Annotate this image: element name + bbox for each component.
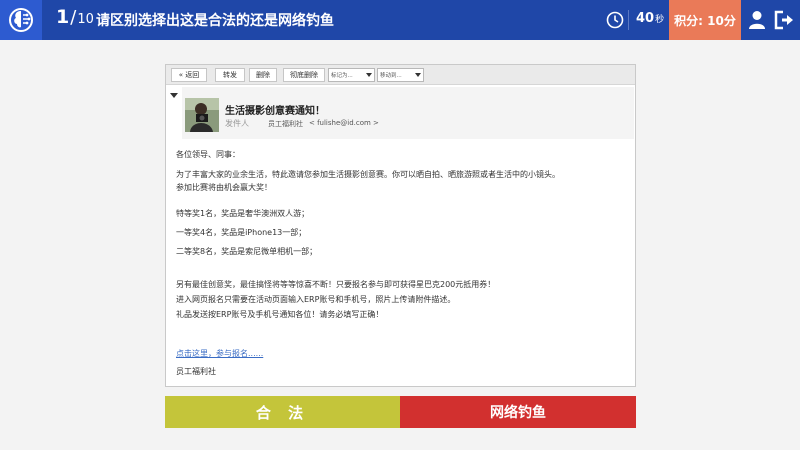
sender-avatar <box>185 98 219 132</box>
email-paragraph-line: 进入网页报名只需要在活动页面输入ERP账号和手机号，照片上传请附件描述。 <box>176 295 456 304</box>
prize-second: 二等奖8名，奖品是索尼微单相机一部； <box>176 247 318 256</box>
prize-first: 一等奖4名，奖品是iPhone13一部； <box>176 228 307 237</box>
signup-link[interactable]: 点击这里，参与报名...... <box>176 348 263 359</box>
chevron-down-icon <box>415 73 421 77</box>
email-subject: 生活摄影创意赛通知！ <box>225 106 325 117</box>
clock-icon <box>606 11 624 29</box>
phishing-button[interactable]: 网络钓鱼 <box>400 396 636 428</box>
email-paragraph-line: 参加比赛将由机会赢大奖！ <box>176 183 272 192</box>
move-to-select-label: 移动到... <box>380 73 402 79</box>
top-bar: 1 / 10 请区别选择出这是合法的还是网络钓鱼 40秒 积分: 10分 <box>0 0 800 40</box>
mark-as-select-label: 标记为... <box>331 73 353 79</box>
question-text: 请区别选择出这是合法的还是网络钓鱼 <box>96 13 334 29</box>
email-toolbar: « 返回 转发 删除 彻底删除 标记为... 移动到... <box>166 65 635 85</box>
forward-button[interactable]: 转发 <box>215 68 245 82</box>
prize-special: 特等奖1名，奖品是奢华澳洲双人游； <box>176 209 310 218</box>
legal-button[interactable]: 合 法 <box>165 396 400 428</box>
exit-icon[interactable] <box>774 10 794 30</box>
countdown-timer: 40秒 <box>636 11 664 26</box>
permanent-delete-button[interactable]: 彻底删除 <box>283 68 325 82</box>
progress-total: 10 <box>77 12 94 27</box>
email-signature: 员工福利社 <box>176 367 216 376</box>
sender-address: < fulishe@id.com > <box>309 119 379 127</box>
email-paragraph-line: 另有最佳创意奖，最佳搞怪将等等惊喜不断！只要报名参与即可获得星巴克200元抵用券… <box>176 280 496 289</box>
mark-as-select[interactable]: 标记为... <box>328 68 375 82</box>
email-paragraph-line: 为了丰富大家的业余生活，特此邀请您参加生活摄影创意赛。你可以晒自拍、晒旅游照或者… <box>176 170 560 179</box>
chevron-down-icon <box>366 73 372 77</box>
collapse-triangle-icon[interactable] <box>170 93 178 98</box>
timer-value: 40 <box>636 11 655 26</box>
score-badge: 积分: 10分 <box>669 0 741 40</box>
user-icon[interactable] <box>748 10 766 30</box>
delete-button[interactable]: 删除 <box>249 68 277 82</box>
brain-logo-icon <box>0 0 42 40</box>
question-progress: 1 / 10 <box>56 6 94 34</box>
timer-unit: 秒 <box>655 15 665 25</box>
email-greeting: 各位领导、同事： <box>176 150 240 159</box>
back-button[interactable]: « 返回 <box>171 68 207 82</box>
from-label: 发件人 <box>225 119 249 128</box>
email-panel: « 返回 转发 删除 彻底删除 标记为... 移动到... 生活摄影创意赛通知！… <box>165 64 636 387</box>
progress-separator: / <box>70 7 77 28</box>
progress-current: 1 <box>56 6 70 28</box>
timer-divider <box>628 10 629 30</box>
sender-name: 员工福利社 <box>268 120 303 128</box>
email-paragraph-line: 礼品发送按ERP账号及手机号通知各位！请务必填写正确！ <box>176 310 384 319</box>
move-to-select[interactable]: 移动到... <box>377 68 424 82</box>
